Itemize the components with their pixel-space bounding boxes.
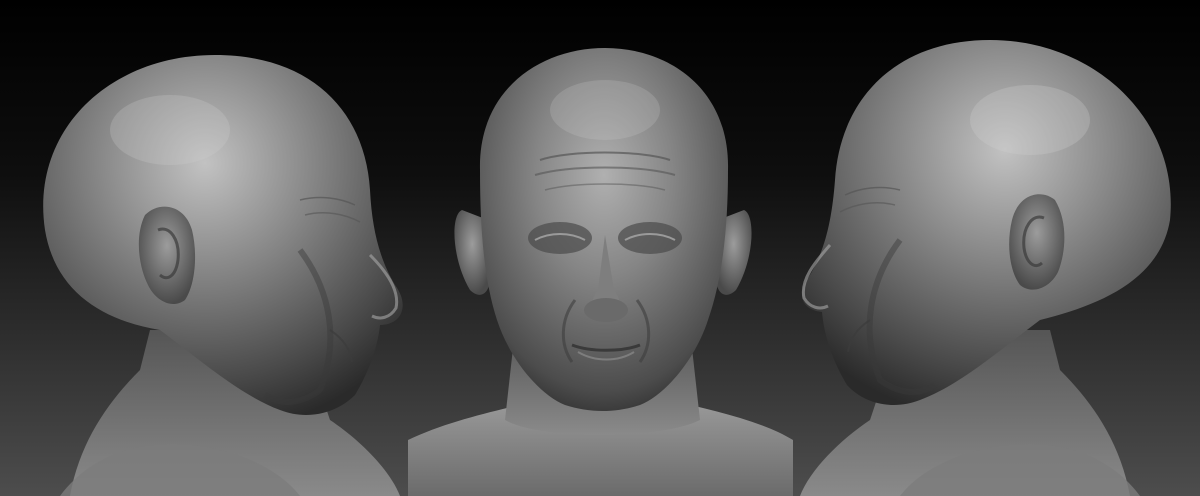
render-canvas — [0, 0, 1200, 496]
sculpt-render — [0, 0, 1200, 496]
